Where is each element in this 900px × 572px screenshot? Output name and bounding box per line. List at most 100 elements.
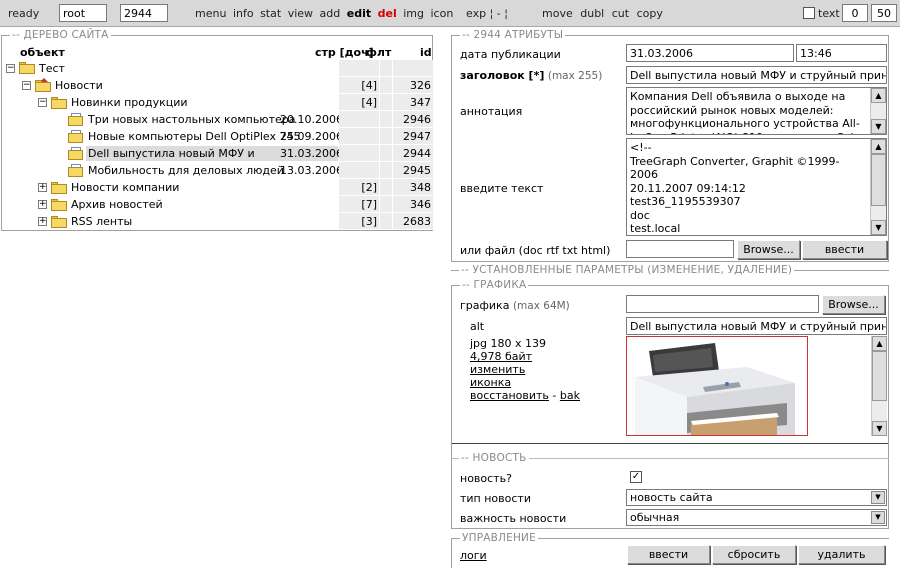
text-content: <!-- TreeGraph Converter, Graphit ©1999-… — [630, 141, 840, 235]
export-link[interactable]: exp — [466, 7, 486, 20]
menu-link-edit[interactable]: edit — [347, 7, 371, 20]
tree-row[interactable]: − Тест — [2, 60, 433, 77]
tree-row-label[interactable]: Новинки продукции — [71, 96, 188, 109]
alt-input[interactable]: Dell выпустила новый МФУ и струйный прин… — [626, 317, 887, 335]
browse-button[interactable]: Browse... — [737, 240, 800, 259]
tree-col-object: объект — [20, 46, 65, 59]
scroll-down-icon[interactable]: ▼ — [871, 119, 886, 134]
tree-row[interactable]: + RSS ленты [3] 2683 — [2, 213, 433, 230]
image-size-link[interactable]: 4,978 байт — [470, 350, 532, 363]
change-image-link[interactable]: изменить — [470, 363, 525, 376]
tree-row-label[interactable]: Архив новостей — [71, 198, 163, 211]
scroll-down-icon[interactable]: ▼ — [871, 220, 886, 235]
printer-image — [635, 343, 795, 435]
menu-link-img[interactable]: img — [403, 7, 424, 20]
menu-link-del[interactable]: del — [378, 7, 397, 20]
text-mode-checkbox[interactable] — [803, 7, 815, 19]
scroll-up-icon[interactable]: ▲ — [871, 88, 886, 103]
folder-open-icon — [51, 97, 67, 109]
logs-link[interactable]: логи — [460, 549, 487, 562]
management-legend: УПРАВЛЕНИЕ — [460, 532, 538, 544]
tree-col-id: id — [420, 46, 432, 59]
tree-row-id: 2945 — [393, 162, 433, 179]
tree-row-pages: [7] — [339, 196, 379, 213]
scroll-up-icon[interactable]: ▲ — [871, 139, 886, 154]
icon-link[interactable]: иконка — [470, 376, 511, 389]
importance-label: важность новости — [460, 512, 567, 525]
tree-row-date: 31.03.2006 — [280, 147, 343, 160]
tree-row-label[interactable]: Новости компании — [71, 181, 179, 194]
collapse-icon[interactable]: − — [6, 64, 15, 73]
text-scrollbar[interactable]: ▲ ▼ — [870, 139, 886, 235]
expand-icon[interactable]: + — [38, 217, 47, 226]
file-label: или файл (doc rtf txt html) — [460, 244, 611, 257]
file-input[interactable] — [626, 240, 734, 258]
tree-row-label[interactable]: Тест — [39, 62, 65, 75]
tree-row-flag — [380, 60, 392, 77]
scroll-thumb[interactable] — [871, 154, 886, 206]
tree-row[interactable]: + Новости компании [2] 348 — [2, 179, 433, 196]
tree-row-pages — [339, 111, 379, 128]
bak-link[interactable]: bak — [560, 389, 580, 402]
action-link-move[interactable]: move — [542, 7, 573, 20]
delete-button[interactable]: удалить — [798, 545, 885, 564]
menu-link-view[interactable]: view — [288, 7, 313, 20]
pub-time-input[interactable]: 13:46 — [796, 44, 887, 62]
count-input[interactable] — [871, 4, 897, 22]
graphics-file-input[interactable] — [626, 295, 819, 313]
text-submit-button[interactable]: ввести — [802, 240, 887, 259]
chevron-down-icon[interactable]: ▼ — [871, 511, 885, 524]
tree-row[interactable]: Новые компьютеры Dell OptiPlex 745 25.09… — [2, 128, 433, 145]
tree-row-pages: [3] — [339, 213, 379, 230]
tree-row[interactable]: + Архив новостей [7] 346 — [2, 196, 433, 213]
user-input[interactable] — [59, 4, 107, 22]
image-scrollbar[interactable]: ▲ ▼ — [871, 336, 887, 436]
document-icon — [68, 113, 84, 126]
tree-row-label[interactable]: Новые компьютеры Dell OptiPlex 745 — [88, 130, 301, 143]
collapse-icon[interactable]: − — [38, 98, 47, 107]
tree-row-id: 2946 — [393, 111, 433, 128]
scroll-thumb[interactable] — [872, 351, 887, 401]
tree-row[interactable]: − Новинки продукции [4] 347 — [2, 94, 433, 111]
from-input[interactable] — [842, 4, 868, 22]
text-textarea[interactable]: <!-- TreeGraph Converter, Graphit ©1999-… — [626, 138, 887, 236]
action-link-copy[interactable]: copy — [637, 7, 663, 20]
scroll-down-icon[interactable]: ▼ — [872, 421, 887, 436]
tree-row-label[interactable]: RSS ленты — [71, 215, 132, 228]
news-type-select[interactable]: новость сайта ▼ — [626, 489, 887, 506]
tree-row-label[interactable]: Новости — [55, 79, 103, 92]
action-link-cut[interactable]: cut — [612, 7, 629, 20]
expand-icon[interactable]: + — [38, 200, 47, 209]
pub-date-input[interactable]: 31.03.2006 — [626, 44, 794, 62]
collapse-icon[interactable]: − — [22, 81, 31, 90]
tree-row-label[interactable]: Три новых настольных компьютера — [88, 113, 295, 126]
news-header: -- НОВОСТЬ — [451, 452, 889, 464]
alt-label: alt — [470, 320, 485, 333]
tree-row[interactable]: Три новых настольных компьютера 20.10.20… — [2, 111, 433, 128]
action-links: move dubl cut copy — [542, 7, 667, 20]
scroll-up-icon[interactable]: ▲ — [872, 336, 887, 351]
chevron-down-icon[interactable]: ▼ — [871, 491, 885, 504]
menu-link-menu[interactable]: menu — [195, 7, 226, 20]
tree-row[interactable]: Мобильность для деловых людей 13.03.2006… — [2, 162, 433, 179]
annotation-textarea[interactable]: Компания Dell объявила о выходе на росси… — [626, 87, 887, 135]
menu-link-info[interactable]: info — [233, 7, 254, 20]
action-link-dubl[interactable]: dubl — [580, 7, 604, 20]
submit-button[interactable]: ввести — [627, 545, 710, 564]
is-news-checkbox[interactable]: ✓ — [630, 471, 642, 483]
title-input[interactable]: Dell выпустила новый МФУ и струйный прин… — [626, 66, 887, 84]
tree-row[interactable]: − Новости [4] 326 — [2, 77, 433, 94]
menu-link-stat[interactable]: stat — [260, 7, 281, 20]
tree-row-label[interactable]: Мобильность для деловых людей — [88, 164, 284, 177]
menu-link-add[interactable]: add — [320, 7, 341, 20]
tree-row-pages: [2] — [339, 179, 379, 196]
importance-select[interactable]: обычная ▼ — [626, 509, 887, 526]
menu-link-icon[interactable]: icon — [431, 7, 454, 20]
tree-row-selected[interactable]: Dell выпустила новый МФУ и 31.03.2006 29… — [2, 145, 433, 162]
annotation-scrollbar[interactable]: ▲ ▼ — [870, 88, 886, 134]
graphics-browse-button[interactable]: Browse... — [822, 295, 885, 314]
expand-icon[interactable]: + — [38, 183, 47, 192]
restore-link[interactable]: восстановить — [470, 389, 549, 402]
reset-button[interactable]: сбросить — [712, 545, 796, 564]
object-id-input[interactable] — [120, 4, 168, 22]
